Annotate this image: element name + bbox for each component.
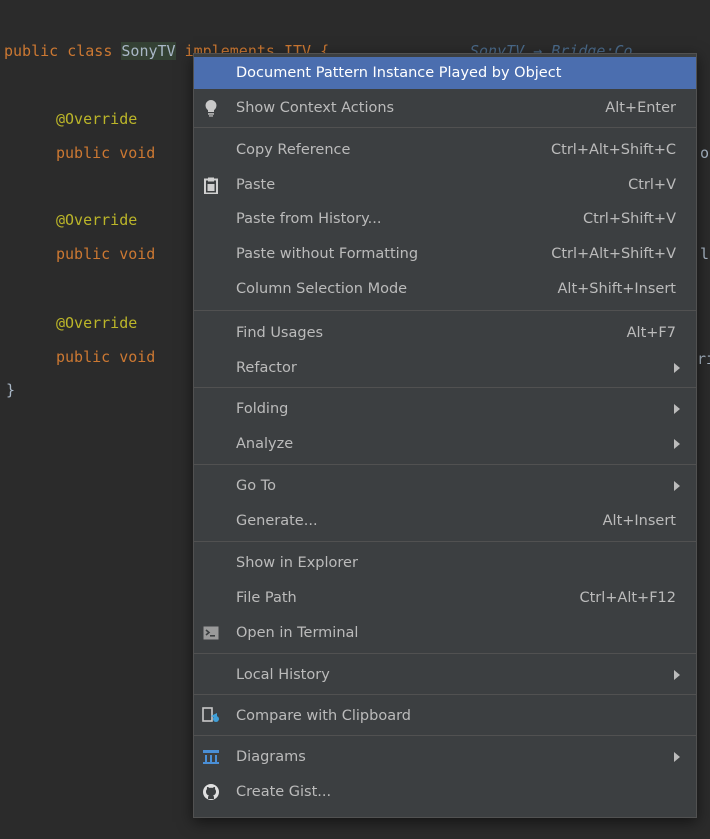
submenu-arrow-icon (674, 363, 680, 373)
menu-item-label: Copy Reference (236, 142, 351, 158)
shortcut-label: Ctrl+Alt+F12 (579, 590, 676, 606)
class-name[interactable]: SonyTV (121, 42, 176, 60)
diagram-icon (201, 747, 221, 767)
override-annotation-3: @Override (56, 314, 138, 332)
menu-item-local-history[interactable]: Local History (194, 659, 696, 691)
menu-item-copy-reference[interactable]: Copy Reference Ctrl+Alt+Shift+C (194, 134, 696, 166)
override-annotation-1: @Override (56, 110, 138, 128)
menu-item-label: Compare with Clipboard (236, 708, 412, 724)
submenu-arrow-icon (674, 439, 680, 449)
menu-separator (194, 127, 696, 128)
menu-separator (194, 541, 696, 542)
menu-item-go-to[interactable]: Go To (194, 470, 696, 502)
shortcut-label: Alt+Insert (602, 513, 676, 529)
method-declaration-3: public void (56, 348, 156, 366)
shortcut-label: Ctrl+Alt+Shift+V (551, 246, 676, 262)
menu-item-label: Show in Explorer (236, 555, 358, 571)
menu-item-folding[interactable]: Folding (194, 393, 696, 425)
method-3-tail: ri (697, 350, 710, 368)
menu-item-label: Document Pattern Instance Played by Obje… (236, 65, 562, 81)
shortcut-label: Ctrl+V (628, 177, 676, 193)
menu-item-compare-with-clipboard[interactable]: Compare with Clipboard (194, 700, 696, 732)
compare-icon (201, 706, 221, 726)
menu-item-label: Generate... (236, 513, 318, 529)
submenu-arrow-icon (674, 752, 680, 762)
menu-item-refactor[interactable]: Refactor (194, 352, 696, 384)
menu-separator (194, 310, 696, 311)
menu-item-label: Find Usages (236, 325, 324, 341)
menu-item-label: Refactor (236, 360, 297, 376)
keyword-public-class: public class (4, 42, 122, 60)
menu-item-label: Analyze (236, 436, 294, 452)
closing-brace: } (6, 381, 16, 399)
method-declaration-1: public void (56, 144, 156, 162)
menu-separator (194, 464, 696, 465)
menu-item-label: Local History (236, 667, 330, 683)
github-icon (201, 782, 221, 802)
context-menu: Document Pattern Instance Played by Obje… (193, 53, 697, 818)
menu-item-label: Go To (236, 478, 276, 494)
menu-separator (194, 653, 696, 654)
menu-item-label: Diagrams (236, 749, 306, 765)
menu-separator (194, 694, 696, 695)
shortcut-label: Ctrl+Shift+V (583, 211, 676, 227)
shortcut-label: Alt+F7 (626, 325, 676, 341)
menu-item-find-usages[interactable]: Find Usages Alt+F7 (194, 317, 696, 349)
menu-item-label: Paste from History... (236, 211, 382, 227)
menu-item-label: Create Gist... (236, 784, 332, 800)
menu-item-create-gist[interactable]: Create Gist... (194, 776, 696, 808)
menu-item-file-path[interactable]: File Path Ctrl+Alt+F12 (194, 582, 696, 614)
menu-item-label: Folding (236, 401, 289, 417)
menu-item-label: Column Selection Mode (236, 281, 408, 297)
submenu-arrow-icon (674, 670, 680, 680)
menu-separator (194, 387, 696, 388)
menu-item-label: Show Context Actions (236, 100, 395, 116)
menu-item-show-context-actions[interactable]: Show Context Actions Alt+Enter (194, 92, 696, 124)
submenu-arrow-icon (674, 481, 680, 491)
override-annotation-2: @Override (56, 211, 138, 229)
menu-item-show-in-explorer[interactable]: Show in Explorer (194, 547, 696, 579)
shortcut-label: Alt+Shift+Insert (557, 281, 676, 297)
menu-item-paste[interactable]: Paste Ctrl+V (194, 169, 696, 201)
menu-item-paste-from-history[interactable]: Paste from History... Ctrl+Shift+V (194, 203, 696, 235)
menu-item-generate[interactable]: Generate... Alt+Insert (194, 505, 696, 537)
menu-item-label: File Path (236, 590, 297, 606)
shortcut-label: Ctrl+Alt+Shift+C (551, 142, 676, 158)
menu-item-column-selection-mode[interactable]: Column Selection Mode Alt+Shift+Insert (194, 273, 696, 305)
method-2-tail: l (700, 245, 710, 263)
menu-item-label: Paste (236, 177, 276, 193)
menu-item-paste-without-formatting[interactable]: Paste without Formatting Ctrl+Alt+Shift+… (194, 238, 696, 270)
terminal-icon (201, 623, 221, 643)
menu-separator (194, 735, 696, 736)
submenu-arrow-icon (674, 404, 680, 414)
menu-item-label: Paste without Formatting (236, 246, 419, 262)
lightbulb-icon (201, 98, 221, 118)
menu-item-open-in-terminal[interactable]: Open in Terminal (194, 617, 696, 649)
menu-item-diagrams[interactable]: Diagrams (194, 741, 696, 773)
shortcut-label: Alt+Enter (605, 100, 676, 116)
menu-item-document-pattern[interactable]: Document Pattern Instance Played by Obje… (194, 57, 696, 89)
method-declaration-2: public void (56, 245, 156, 263)
menu-item-label: Open in Terminal (236, 625, 359, 641)
menu-item-analyze[interactable]: Analyze (194, 428, 696, 460)
method-1-tail: o (700, 144, 710, 162)
clipboard-icon (201, 175, 221, 195)
